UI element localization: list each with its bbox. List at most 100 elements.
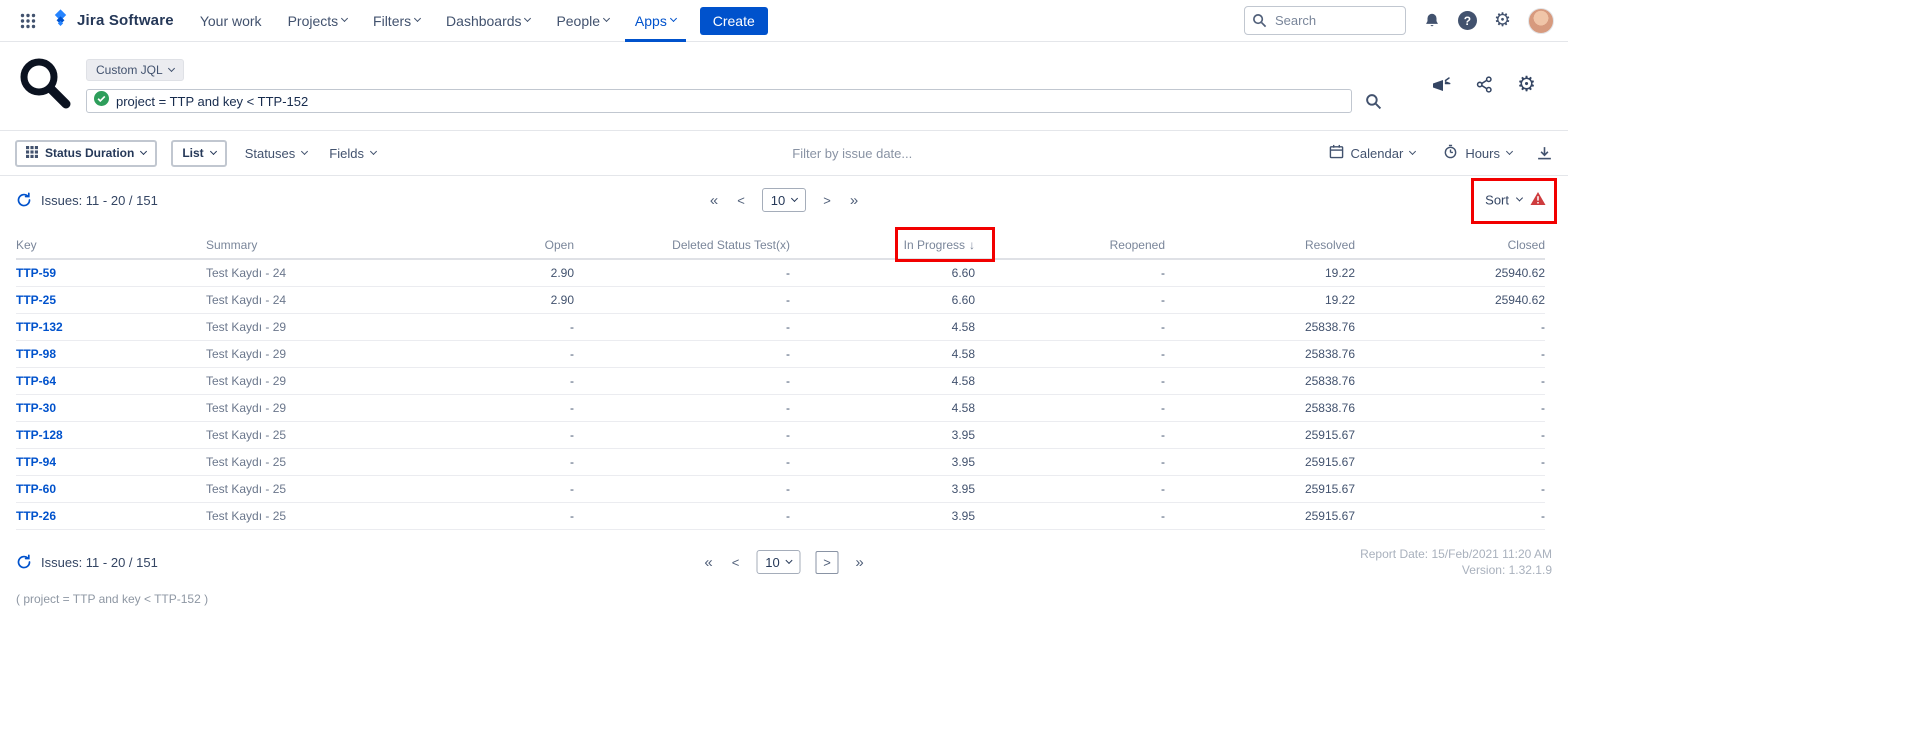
fields-dropdown[interactable]: Fields (325, 144, 380, 163)
issue-key-link[interactable]: TTP-128 (16, 428, 63, 442)
cell: 4.58 (790, 314, 975, 341)
logo-text: Jira Software (77, 12, 174, 29)
chevron-down-icon (414, 15, 421, 22)
refresh-icon[interactable] (16, 554, 32, 570)
date-filter-input[interactable] (404, 146, 1301, 161)
cell: - (1355, 314, 1545, 341)
app-switcher-icon[interactable] (14, 13, 42, 29)
last-page-button[interactable]: » (848, 192, 860, 209)
notifications-bell-icon[interactable] (1423, 12, 1441, 30)
issues-count-top: Issues: 11 - 20 / 151 (16, 192, 158, 208)
cell: Test Kaydı - 29 (206, 314, 506, 341)
issue-key-link[interactable]: TTP-25 (16, 293, 56, 307)
nav-people[interactable]: People (546, 0, 618, 42)
nav-your-work[interactable]: Your work (190, 0, 272, 42)
cell: Test Kaydı - 25 (206, 449, 506, 476)
export-icon[interactable] (1536, 145, 1553, 162)
nav-apps[interactable]: Apps (625, 0, 686, 42)
cell: - (975, 449, 1165, 476)
page-size-select[interactable]: 10 (762, 188, 806, 212)
help-icon[interactable]: ? (1458, 11, 1477, 30)
app-settings-gear-icon[interactable]: ⚙ (1517, 74, 1536, 95)
create-button[interactable]: Create (700, 7, 768, 35)
issue-key-link[interactable]: TTP-59 (16, 266, 56, 280)
chevron-down-icon (140, 147, 147, 154)
page-size-select[interactable]: 10 (757, 550, 801, 574)
chevron-down-icon (670, 15, 677, 22)
last-page-button[interactable]: » (854, 554, 866, 571)
cell-key: TTP-132 (16, 314, 206, 341)
cell: - (574, 341, 790, 368)
cell: 25940.62 (1355, 259, 1545, 287)
issue-key-link[interactable]: TTP-64 (16, 374, 56, 388)
first-page-button[interactable]: « (708, 192, 720, 209)
share-icon[interactable] (1475, 75, 1494, 94)
statuses-dropdown[interactable]: Statuses (241, 144, 312, 163)
nav-filters[interactable]: Filters (363, 0, 430, 42)
nav-dashboards[interactable]: Dashboards (436, 0, 540, 42)
search-icon (1252, 13, 1267, 33)
user-avatar[interactable] (1528, 8, 1554, 34)
column-header-reopened[interactable]: Reopened (975, 230, 1165, 259)
settings-gear-icon[interactable]: ⚙ (1494, 11, 1511, 30)
prev-page-button[interactable]: < (730, 555, 742, 570)
cell: - (506, 449, 574, 476)
app-magnifier-logo-icon (16, 55, 74, 118)
cell-key: TTP-94 (16, 449, 206, 476)
cell: Test Kaydı - 25 (206, 422, 506, 449)
sort-direction-arrow-icon: ↓ (969, 238, 975, 252)
jql-mode-select[interactable]: Custom JQL (86, 59, 184, 81)
cell: - (574, 368, 790, 395)
chevron-down-icon (1409, 147, 1416, 154)
issue-key-link[interactable]: TTP-98 (16, 347, 56, 361)
cell: Test Kaydı - 24 (206, 259, 506, 287)
chevron-down-icon (370, 147, 377, 154)
table-row: TTP-59Test Kaydı - 242.90-6.60-19.222594… (16, 259, 1545, 287)
cell: - (506, 503, 574, 530)
cell: 4.58 (790, 395, 975, 422)
cell: 3.95 (790, 449, 975, 476)
layout-button[interactable]: List (171, 140, 226, 167)
search-input[interactable] (1244, 6, 1406, 35)
issue-key-link[interactable]: TTP-94 (16, 455, 56, 469)
column-header-in-progress[interactable]: In Progress↓ (790, 230, 975, 259)
column-header-resolved[interactable]: Resolved (1165, 230, 1355, 259)
next-page-button[interactable]: > (816, 551, 839, 574)
cell: Test Kaydı - 25 (206, 476, 506, 503)
cell: Test Kaydı - 29 (206, 368, 506, 395)
table-row: TTP-26Test Kaydı - 25--3.95-25915.67- (16, 503, 1545, 530)
issue-key-link[interactable]: TTP-60 (16, 482, 56, 496)
next-page-button[interactable]: > (821, 193, 833, 208)
column-header-deleted-status[interactable]: Deleted Status Test(x) (574, 230, 790, 259)
column-header-open[interactable]: Open (506, 230, 574, 259)
cell-key: TTP-25 (16, 287, 206, 314)
jql-search-button[interactable] (1365, 93, 1382, 110)
prev-page-button[interactable]: < (735, 193, 747, 208)
calendar-dropdown[interactable]: Calendar (1325, 142, 1420, 164)
first-page-button[interactable]: « (703, 554, 715, 571)
chevron-down-icon (341, 15, 348, 22)
column-header-closed[interactable]: Closed (1355, 230, 1545, 259)
jira-logo[interactable]: Jira Software (48, 8, 184, 34)
cell: - (574, 476, 790, 503)
issue-key-link[interactable]: TTP-132 (16, 320, 63, 334)
refresh-icon[interactable] (16, 192, 32, 208)
cell: 19.22 (1165, 259, 1355, 287)
cell: - (975, 287, 1165, 314)
cell: - (1355, 476, 1545, 503)
sort-dropdown[interactable]: Sort (1485, 192, 1546, 209)
issue-key-link[interactable]: TTP-26 (16, 509, 56, 523)
jql-input[interactable]: project = TTP and key < TTP-152 (86, 89, 1352, 113)
nav-projects[interactable]: Projects (278, 0, 357, 42)
announcement-megaphone-icon[interactable] (1431, 75, 1452, 94)
cell: - (574, 314, 790, 341)
cell: Test Kaydı - 24 (206, 287, 506, 314)
calendar-icon (1329, 144, 1344, 162)
column-header-summary[interactable]: Summary (206, 230, 506, 259)
column-header-key[interactable]: Key (16, 230, 206, 259)
sort-warning-icon[interactable] (1530, 192, 1546, 209)
hours-dropdown[interactable]: Hours (1439, 142, 1516, 164)
cell: - (574, 395, 790, 422)
issue-key-link[interactable]: TTP-30 (16, 401, 56, 415)
view-mode-button[interactable]: Status Duration (15, 140, 157, 167)
